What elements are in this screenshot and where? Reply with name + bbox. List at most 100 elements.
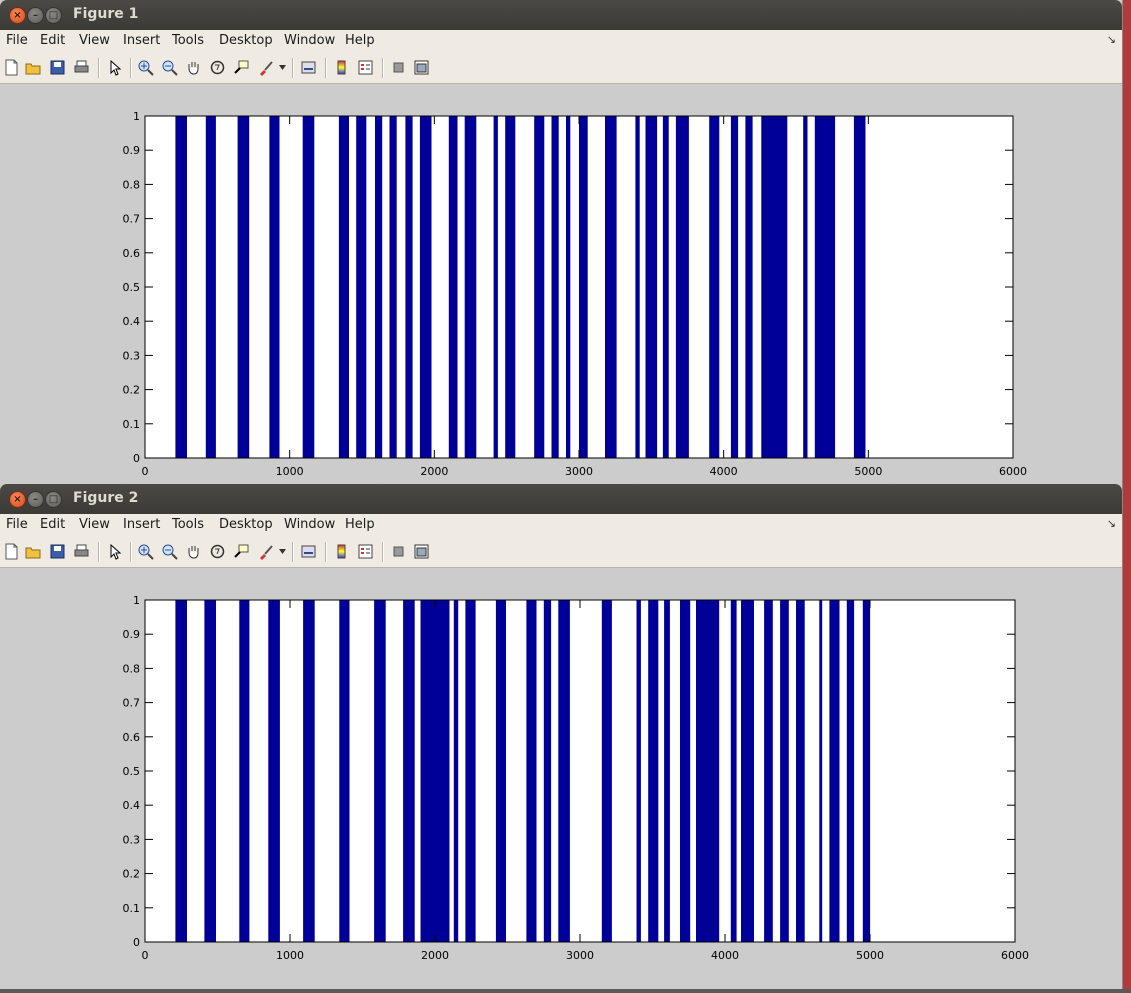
window-titlebar[interactable]: × – □ Figure 2 <box>0 484 1122 514</box>
zoom-out-icon[interactable] <box>161 59 178 76</box>
close-window-button[interactable]: × <box>9 491 26 508</box>
minimize-window-button[interactable]: – <box>27 491 44 508</box>
brush-icon[interactable] <box>257 59 274 76</box>
maximize-window-button[interactable]: □ <box>45 7 62 24</box>
bar <box>605 116 617 458</box>
show-plot-tools-icon[interactable] <box>413 59 430 76</box>
menu-help[interactable]: Help <box>345 517 375 532</box>
bar <box>745 116 753 458</box>
menu-file[interactable]: File <box>6 33 28 48</box>
menu-tools[interactable]: Tools <box>172 33 204 48</box>
close-window-button[interactable]: × <box>9 7 26 24</box>
bar <box>853 116 866 458</box>
y-tick-label: 0.9 <box>123 628 141 641</box>
menu-insert[interactable]: Insert <box>123 517 160 532</box>
y-tick-label: 0.6 <box>123 247 141 260</box>
menu-insert[interactable]: Insert <box>123 33 160 48</box>
menu-desktop[interactable]: Desktop <box>219 33 273 48</box>
y-tick-label: 0.7 <box>123 697 141 710</box>
zoom-in-icon[interactable] <box>137 59 154 76</box>
menu-help[interactable]: Help <box>345 33 375 48</box>
new-figure-icon[interactable] <box>3 59 20 76</box>
bar <box>453 600 459 942</box>
brush-dropdown-icon[interactable] <box>279 65 286 71</box>
link-plot-icon[interactable] <box>300 59 317 76</box>
minimize-window-button[interactable]: – <box>27 7 44 24</box>
bar <box>764 600 773 942</box>
zoom-in-icon[interactable] <box>137 543 154 560</box>
bar <box>675 116 689 458</box>
bar <box>175 600 187 942</box>
bar <box>846 600 855 942</box>
hide-plot-tools-icon[interactable] <box>390 543 407 560</box>
brush-dropdown-icon[interactable] <box>279 549 286 555</box>
menu-desktop[interactable]: Desktop <box>219 517 273 532</box>
bar <box>175 116 187 458</box>
bar <box>356 116 367 458</box>
bar <box>464 116 477 458</box>
bar <box>543 600 552 942</box>
save-icon[interactable] <box>49 59 66 76</box>
maximize-window-button[interactable]: □ <box>45 491 62 508</box>
menu-edit[interactable]: Edit <box>40 517 65 532</box>
print-icon[interactable] <box>73 59 90 76</box>
data-cursor-icon[interactable] <box>233 59 250 76</box>
menu-window[interactable]: Window <box>284 517 335 532</box>
figure-toolbar <box>0 52 1122 84</box>
colorbar-icon[interactable] <box>333 59 350 76</box>
bar-chart[interactable]: 0 1000 2000 3000 4000 5000 6000 0 0.1 0.2 0.3 0.4 0.… <box>0 568 1122 989</box>
print-icon[interactable] <box>73 543 90 560</box>
window-titlebar[interactable]: × – □ Figure 1 <box>0 0 1122 30</box>
edit-plot-arrow-icon[interactable] <box>106 59 123 76</box>
y-tick-label: 0.6 <box>123 731 141 744</box>
rotate-3d-icon[interactable] <box>209 543 226 560</box>
y-tick-label: 0.3 <box>123 833 141 846</box>
dock-arrow-icon[interactable]: ↘ <box>1107 33 1116 46</box>
bar <box>374 600 386 942</box>
bar <box>420 600 450 942</box>
colorbar-icon[interactable] <box>333 543 350 560</box>
show-plot-tools-icon[interactable] <box>413 543 430 560</box>
menu-window[interactable]: Window <box>284 33 335 48</box>
toolbar-separator <box>98 58 100 78</box>
brush-icon[interactable] <box>257 543 274 560</box>
bar <box>495 600 506 942</box>
menu-tools[interactable]: Tools <box>172 517 204 532</box>
menu-view[interactable]: View <box>79 517 110 532</box>
legend-icon[interactable] <box>357 543 374 560</box>
edit-plot-arrow-icon[interactable] <box>106 543 123 560</box>
figure-canvas: 0 1000 2000 3000 4000 5000 6000 0 0.1 0.2 0.3 0.4 0.… <box>0 84 1122 484</box>
bar <box>239 600 250 942</box>
bar-chart[interactable]: 0 1000 2000 3000 4000 5000 6000 0 0.1 0.2 0.3 0.4 0.… <box>0 84 1122 484</box>
hide-plot-tools-icon[interactable] <box>390 59 407 76</box>
save-icon[interactable] <box>49 543 66 560</box>
bar <box>375 116 383 458</box>
legend-icon[interactable] <box>357 59 374 76</box>
link-plot-icon[interactable] <box>300 543 317 560</box>
toolbar-separator <box>325 542 327 562</box>
pan-hand-icon[interactable] <box>185 59 202 76</box>
zoom-out-icon[interactable] <box>161 543 178 560</box>
new-figure-icon[interactable] <box>3 543 20 560</box>
pan-hand-icon[interactable] <box>185 543 202 560</box>
bar <box>465 600 476 942</box>
desktop-background-edge <box>1122 0 1131 989</box>
open-file-icon[interactable] <box>25 59 42 76</box>
figure-window: × – □ Figure 1 File Edit View Insert Too… <box>0 0 1123 484</box>
menu-file[interactable]: File <box>6 517 28 532</box>
bar <box>566 116 571 458</box>
bar <box>551 116 559 458</box>
bar <box>403 600 415 942</box>
open-file-icon[interactable] <box>25 543 42 560</box>
menu-view[interactable]: View <box>79 33 110 48</box>
dock-arrow-icon[interactable]: ↘ <box>1107 517 1116 530</box>
y-tick-label: 0.5 <box>123 765 141 778</box>
toolbar-separator <box>382 58 384 78</box>
bar <box>648 600 659 942</box>
menu-edit[interactable]: Edit <box>40 33 65 48</box>
data-cursor-icon[interactable] <box>233 543 250 560</box>
y-tick-label: 0 <box>133 936 140 949</box>
rotate-3d-icon[interactable] <box>209 59 226 76</box>
bar <box>579 116 588 458</box>
close-icon: × <box>13 10 22 21</box>
